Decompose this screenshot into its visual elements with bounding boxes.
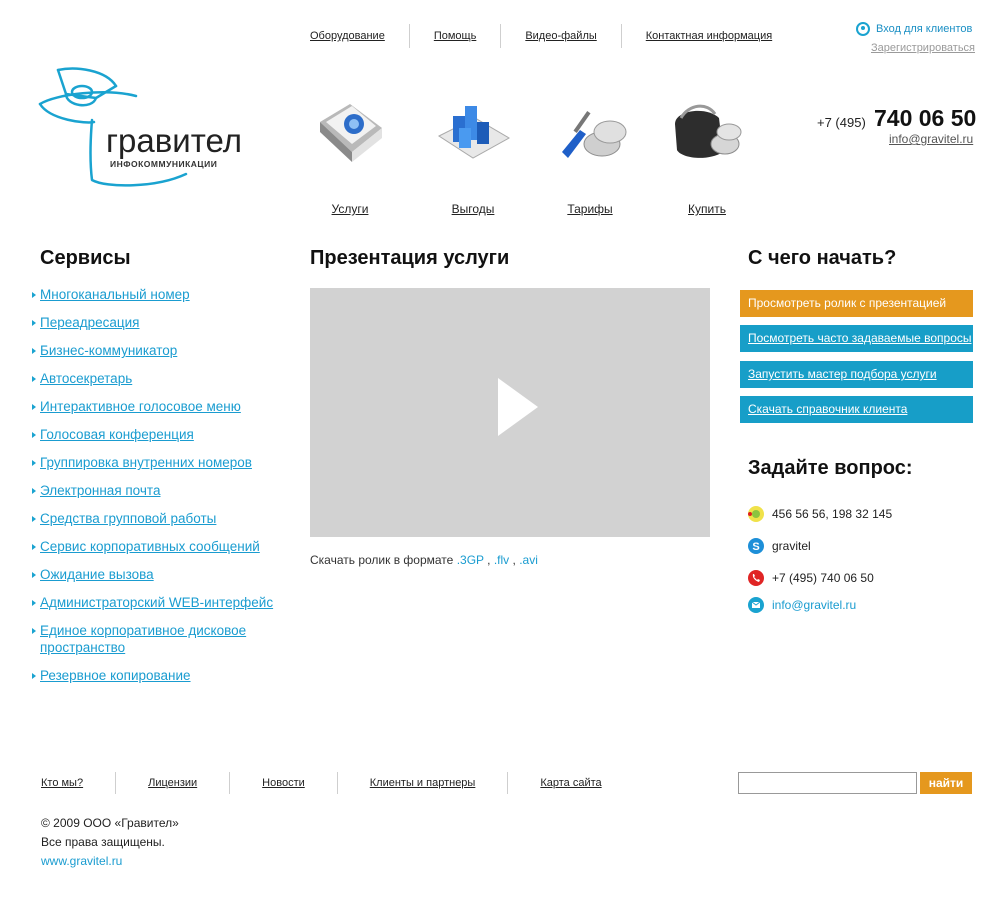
service-link[interactable]: Переадресация <box>40 315 139 330</box>
client-guide-button[interactable]: Скачать справочник клиента <box>740 396 973 423</box>
download-3gp-link[interactable]: .3GP <box>457 553 484 567</box>
play-icon[interactable] <box>496 376 540 438</box>
rights-text: Все права защищены. <box>41 835 165 849</box>
download-label: Скачать ролик в формате <box>310 553 454 567</box>
service-link[interactable]: Группировка внутренних номеров <box>40 455 252 470</box>
list-item: Администраторский WEB-интерфейс <box>32 594 292 611</box>
footer-navigation: Кто мы? Лицензии Новости Клиенты и партн… <box>28 772 634 794</box>
register-link[interactable]: Зарегистрироваться <box>871 42 975 54</box>
service-link[interactable]: Ожидание вызова <box>40 567 154 582</box>
book-icon <box>320 104 382 162</box>
topnav-video-link[interactable]: Видео-файлы <box>501 29 620 43</box>
list-item: Средства групповой работы <box>32 510 292 527</box>
client-login: Вход для клиентов <box>856 22 972 36</box>
email-contact: info@gravitel.ru <box>747 596 856 614</box>
start-heading: С чего начать? <box>748 247 897 269</box>
service-link[interactable]: Средства групповой работы <box>40 511 216 526</box>
copyright-block: © 2009 ООО «Гравител» Все права защищены… <box>41 814 179 871</box>
search-input[interactable] <box>738 772 917 794</box>
wallet-coins-icon <box>675 104 742 158</box>
list-item: Электронная почта <box>32 482 292 499</box>
phone-prefix: +7 (495) <box>817 115 866 130</box>
phone-icon <box>747 569 765 587</box>
site-link[interactable]: www.gravitel.ru <box>41 852 179 871</box>
service-link[interactable]: Единое корпоративное дисковое пространст… <box>40 623 246 655</box>
list-item: Единое корпоративное дисковое пространст… <box>32 622 270 656</box>
logo-wordmark: гравител <box>106 122 242 159</box>
icq-numbers: 456 56 56, 198 32 145 <box>772 507 893 521</box>
product-benefits-link[interactable]: Выгоды <box>428 202 518 216</box>
faq-button[interactable]: Посмотреть часто задаваемые вопросы <box>740 325 973 352</box>
services-heading: Сервисы <box>40 247 131 269</box>
icq-contact: 456 56 56, 198 32 145 <box>747 505 892 523</box>
client-login-link[interactable]: Вход для клиентов <box>876 23 972 35</box>
skype-contact: S gravitel <box>747 537 811 555</box>
icq-icon <box>747 505 765 523</box>
phone-number: 740 06 50 <box>874 105 977 131</box>
bar-chart-icon <box>437 106 511 159</box>
screwdriver-coins-icon <box>562 111 627 158</box>
service-link[interactable]: Голосовая конференция <box>40 427 194 442</box>
product-buy-link[interactable]: Купить <box>662 202 752 216</box>
service-link[interactable]: Сервис корпоративных сообщений <box>40 539 260 554</box>
phone-contact: +7 (495) 740 06 50 <box>747 569 874 587</box>
service-wizard-button[interactable]: Запустить мастер подбора услуги <box>740 361 973 388</box>
service-link[interactable]: Бизнес-коммуникатор <box>40 343 177 358</box>
presentation-heading: Презентация услуги <box>310 247 510 269</box>
service-link[interactable]: Электронная почта <box>40 483 160 498</box>
download-formats: Скачать ролик в формате .3GP , .flv , .a… <box>310 553 538 567</box>
list-item: Бизнес-коммуникатор <box>32 342 292 359</box>
product-benefits[interactable]: Выгоды <box>428 92 518 216</box>
user-icon <box>856 22 870 36</box>
services-list: Многоканальный номер Переадресация Бизне… <box>32 286 292 695</box>
product-tariffs-link[interactable]: Тарифы <box>545 202 635 216</box>
list-item: Ожидание вызова <box>32 566 292 583</box>
ask-heading: Задайте вопрос: <box>748 457 913 479</box>
footer-news-link[interactable]: Новости <box>230 776 337 790</box>
search-button[interactable]: найти <box>920 772 972 794</box>
download-avi-link[interactable]: .avi <box>519 553 538 567</box>
svg-text:S: S <box>752 541 759 553</box>
product-services[interactable]: Услуги <box>305 92 395 216</box>
service-link[interactable]: Администраторский WEB-интерфейс <box>40 595 273 610</box>
list-item: Автосекретарь <box>32 370 292 387</box>
list-item: Группировка внутренних номеров <box>32 454 292 471</box>
list-item: Переадресация <box>32 314 292 331</box>
product-tariffs[interactable]: Тарифы <box>545 92 635 216</box>
logo-subtitle: ИНФОКОММУНИКАЦИИ <box>110 159 218 169</box>
footer-about-link[interactable]: Кто мы? <box>28 776 115 790</box>
list-item: Интерактивное голосовое меню <box>32 398 292 415</box>
phone-value: +7 (495) 740 06 50 <box>772 571 874 585</box>
mail-icon <box>747 596 765 614</box>
skype-login: gravitel <box>772 539 811 553</box>
product-services-link[interactable]: Услуги <box>305 202 395 216</box>
header-email-link[interactable]: info@gravitel.ru <box>889 132 973 146</box>
service-link[interactable]: Интерактивное голосовое меню <box>40 399 241 414</box>
product-buy[interactable]: Купить <box>662 92 752 216</box>
topnav-equipment-link[interactable]: Оборудование <box>298 29 409 43</box>
footer-licenses-link[interactable]: Лицензии <box>116 776 229 790</box>
copyright-text: © 2009 ООО «Гравител» <box>41 816 179 830</box>
skype-icon: S <box>747 537 765 555</box>
topnav-help-link[interactable]: Помощь <box>410 29 501 43</box>
video-player[interactable] <box>310 288 710 537</box>
footer-clients-link[interactable]: Клиенты и партнеры <box>338 776 508 790</box>
service-link[interactable]: Резервное копирование <box>40 668 191 683</box>
list-item: Резервное копирование <box>32 667 292 684</box>
contact-email-link[interactable]: info@gravitel.ru <box>772 598 856 612</box>
list-item: Голосовая конференция <box>32 426 292 443</box>
download-flv-link[interactable]: .flv <box>494 553 509 567</box>
watch-presentation-button[interactable]: Просмотреть ролик с презентацией <box>740 290 973 317</box>
topnav-contacts-link[interactable]: Контактная информация <box>622 29 796 43</box>
service-link[interactable]: Многоканальный номер <box>40 287 190 302</box>
top-navigation: Оборудование Помощь Видео-файлы Контактн… <box>298 24 796 48</box>
list-item: Многоканальный номер <box>32 286 292 303</box>
footer-sitemap-link[interactable]: Карта сайта <box>508 776 633 790</box>
list-item: Сервис корпоративных сообщений <box>32 538 292 555</box>
service-link[interactable]: Автосекретарь <box>40 371 132 386</box>
